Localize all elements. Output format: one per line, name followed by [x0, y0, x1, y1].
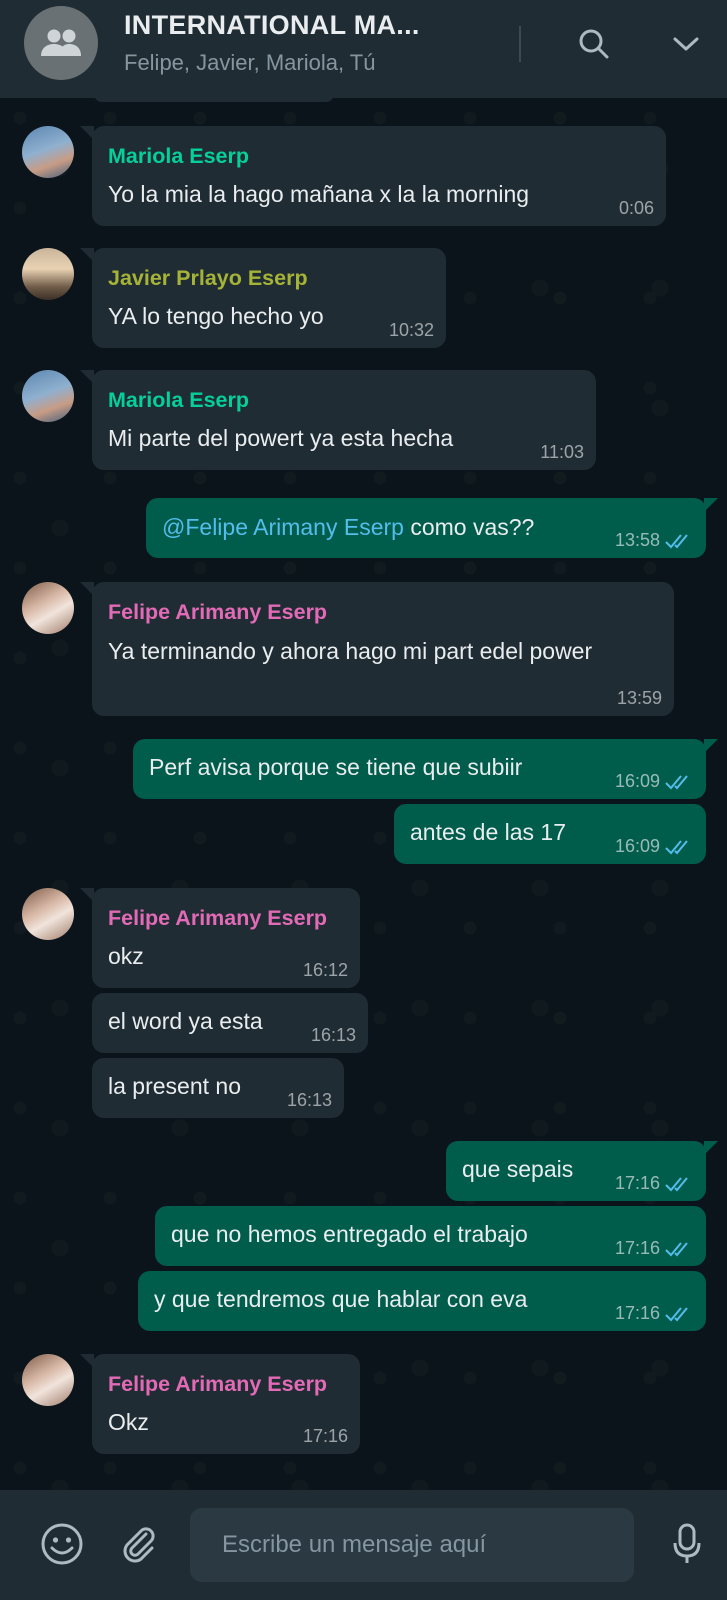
message-text: que sepais — [462, 1156, 574, 1182]
message-outgoing[interactable]: Perf avisa porque se tiene que subiir 16… — [133, 739, 718, 799]
sender-name[interactable]: Felipe Arimany Eserp — [108, 1372, 327, 1397]
message-text: el word ya esta — [108, 1008, 263, 1034]
message-outgoing[interactable]: @Felipe Arimany Eserp como vas?? 13:58 — [146, 498, 718, 558]
message-time: 13:59 — [616, 688, 662, 708]
message-incoming[interactable]: Felipe Arimany Eserp Ya terminando y aho… — [80, 582, 674, 716]
message-outgoing[interactable]: que sepais 17:16 — [446, 1141, 718, 1201]
microphone-icon[interactable] — [663, 1520, 711, 1568]
avatar-mariola[interactable] — [22, 370, 74, 422]
avatar-felipe[interactable] — [22, 582, 74, 634]
attach-icon[interactable] — [115, 1520, 163, 1568]
read-ticks-icon — [665, 840, 688, 855]
message-time: 17:16 — [302, 1426, 348, 1446]
message-outgoing[interactable]: antes de las 17 16:09 — [394, 804, 706, 864]
sender-name[interactable]: Mariola Eserp — [108, 144, 249, 169]
message-outgoing[interactable]: y que tendremos que hablar con eva 17:16 — [138, 1271, 706, 1331]
read-ticks-icon — [665, 1177, 688, 1192]
message-text: Okz — [108, 1409, 149, 1435]
message-incoming[interactable]: Felipe Arimany Eserp okz 16:12 — [80, 888, 360, 988]
message-outgoing[interactable]: que no hemos entregado el trabajo 17:16 — [155, 1206, 706, 1266]
composer-bar — [0, 1490, 727, 1600]
group-avatar[interactable] — [24, 6, 98, 80]
sender-name[interactable]: Javier Prlayo Eserp — [108, 266, 308, 291]
avatar-mariola[interactable] — [22, 126, 74, 178]
chat-header[interactable]: INTERNATIONAL MA... Felipe, Javier, Mari… — [0, 0, 727, 98]
message-time: 11:03 — [540, 442, 584, 462]
chat-participants: Felipe, Javier, Mariola, Tú — [124, 50, 376, 75]
read-ticks-icon — [665, 534, 688, 549]
message-time: 10:32 — [388, 320, 434, 340]
message-time: 16:12 — [302, 960, 348, 980]
read-ticks-icon — [665, 1307, 688, 1322]
message-time: 16:13 — [310, 1025, 356, 1045]
message-time: 16:09 — [614, 836, 660, 856]
message-text: Ya terminando y ahora hago mi part edel … — [108, 638, 593, 664]
group-icon — [41, 29, 81, 56]
message-incoming[interactable]: Mariola Eserp Yo la mia la hago mañana x… — [80, 126, 666, 226]
message-incoming[interactable]: la present no 16:13 — [92, 1058, 344, 1118]
message-text: YA lo tengo hecho yo — [108, 303, 324, 329]
message-text: Perf avisa porque se tiene que subiir — [149, 754, 523, 780]
sender-name[interactable]: Felipe Arimany Eserp — [108, 600, 327, 625]
sender-name[interactable]: Mariola Eserp — [108, 388, 249, 413]
avatar-felipe[interactable] — [22, 888, 74, 940]
message-input[interactable] — [190, 1508, 634, 1582]
read-ticks-icon — [665, 1242, 688, 1257]
mention-link[interactable]: @Felipe Arimany Eserp — [162, 514, 404, 540]
message-text: y que tendremos que hablar con eva — [154, 1286, 528, 1312]
message-time: 16:13 — [286, 1090, 332, 1110]
message-incoming[interactable]: Felipe Arimany Eserp Okz 17:16 — [80, 1354, 360, 1454]
avatar-javier[interactable] — [22, 248, 74, 300]
message-incoming[interactable]: el word ya esta 16:13 — [92, 993, 368, 1053]
message-time: 17:16 — [614, 1303, 660, 1323]
message-text: que no hemos entregado el trabajo — [171, 1221, 528, 1247]
message-text: @Felipe Arimany Eserp como vas?? — [162, 514, 535, 540]
previous-message-bubble — [94, 98, 334, 102]
read-ticks-icon — [665, 775, 688, 790]
message-time: 17:16 — [614, 1238, 660, 1258]
message-list[interactable]: Mariola Eserp Yo la mia la hago mañana x… — [0, 98, 727, 1490]
message-incoming[interactable]: Mariola Eserp Mi parte del powert ya est… — [80, 370, 596, 470]
message-time: 16:09 — [614, 771, 660, 791]
message-incoming[interactable]: Javier Prlayo Eserp YA lo tengo hecho yo… — [80, 248, 446, 348]
emoji-icon[interactable] — [38, 1520, 86, 1568]
sender-name[interactable]: Felipe Arimany Eserp — [108, 906, 327, 931]
chat-title[interactable]: INTERNATIONAL MA... — [124, 10, 420, 41]
avatar-felipe[interactable] — [22, 1354, 74, 1406]
chevron-down-icon[interactable] — [666, 24, 706, 64]
message-time: 17:16 — [614, 1173, 660, 1193]
message-text: la present no — [108, 1073, 241, 1099]
message-text: Mi parte del powert ya esta hecha — [108, 425, 454, 451]
header-divider — [519, 26, 521, 62]
message-text: Yo la mia la hago mañana x la la morning — [108, 181, 530, 207]
message-time: 0:06 — [618, 198, 654, 218]
message-text: okz — [108, 943, 144, 969]
search-icon[interactable] — [574, 24, 614, 64]
message-time: 13:58 — [614, 530, 660, 550]
message-text: antes de las 17 — [410, 819, 567, 845]
